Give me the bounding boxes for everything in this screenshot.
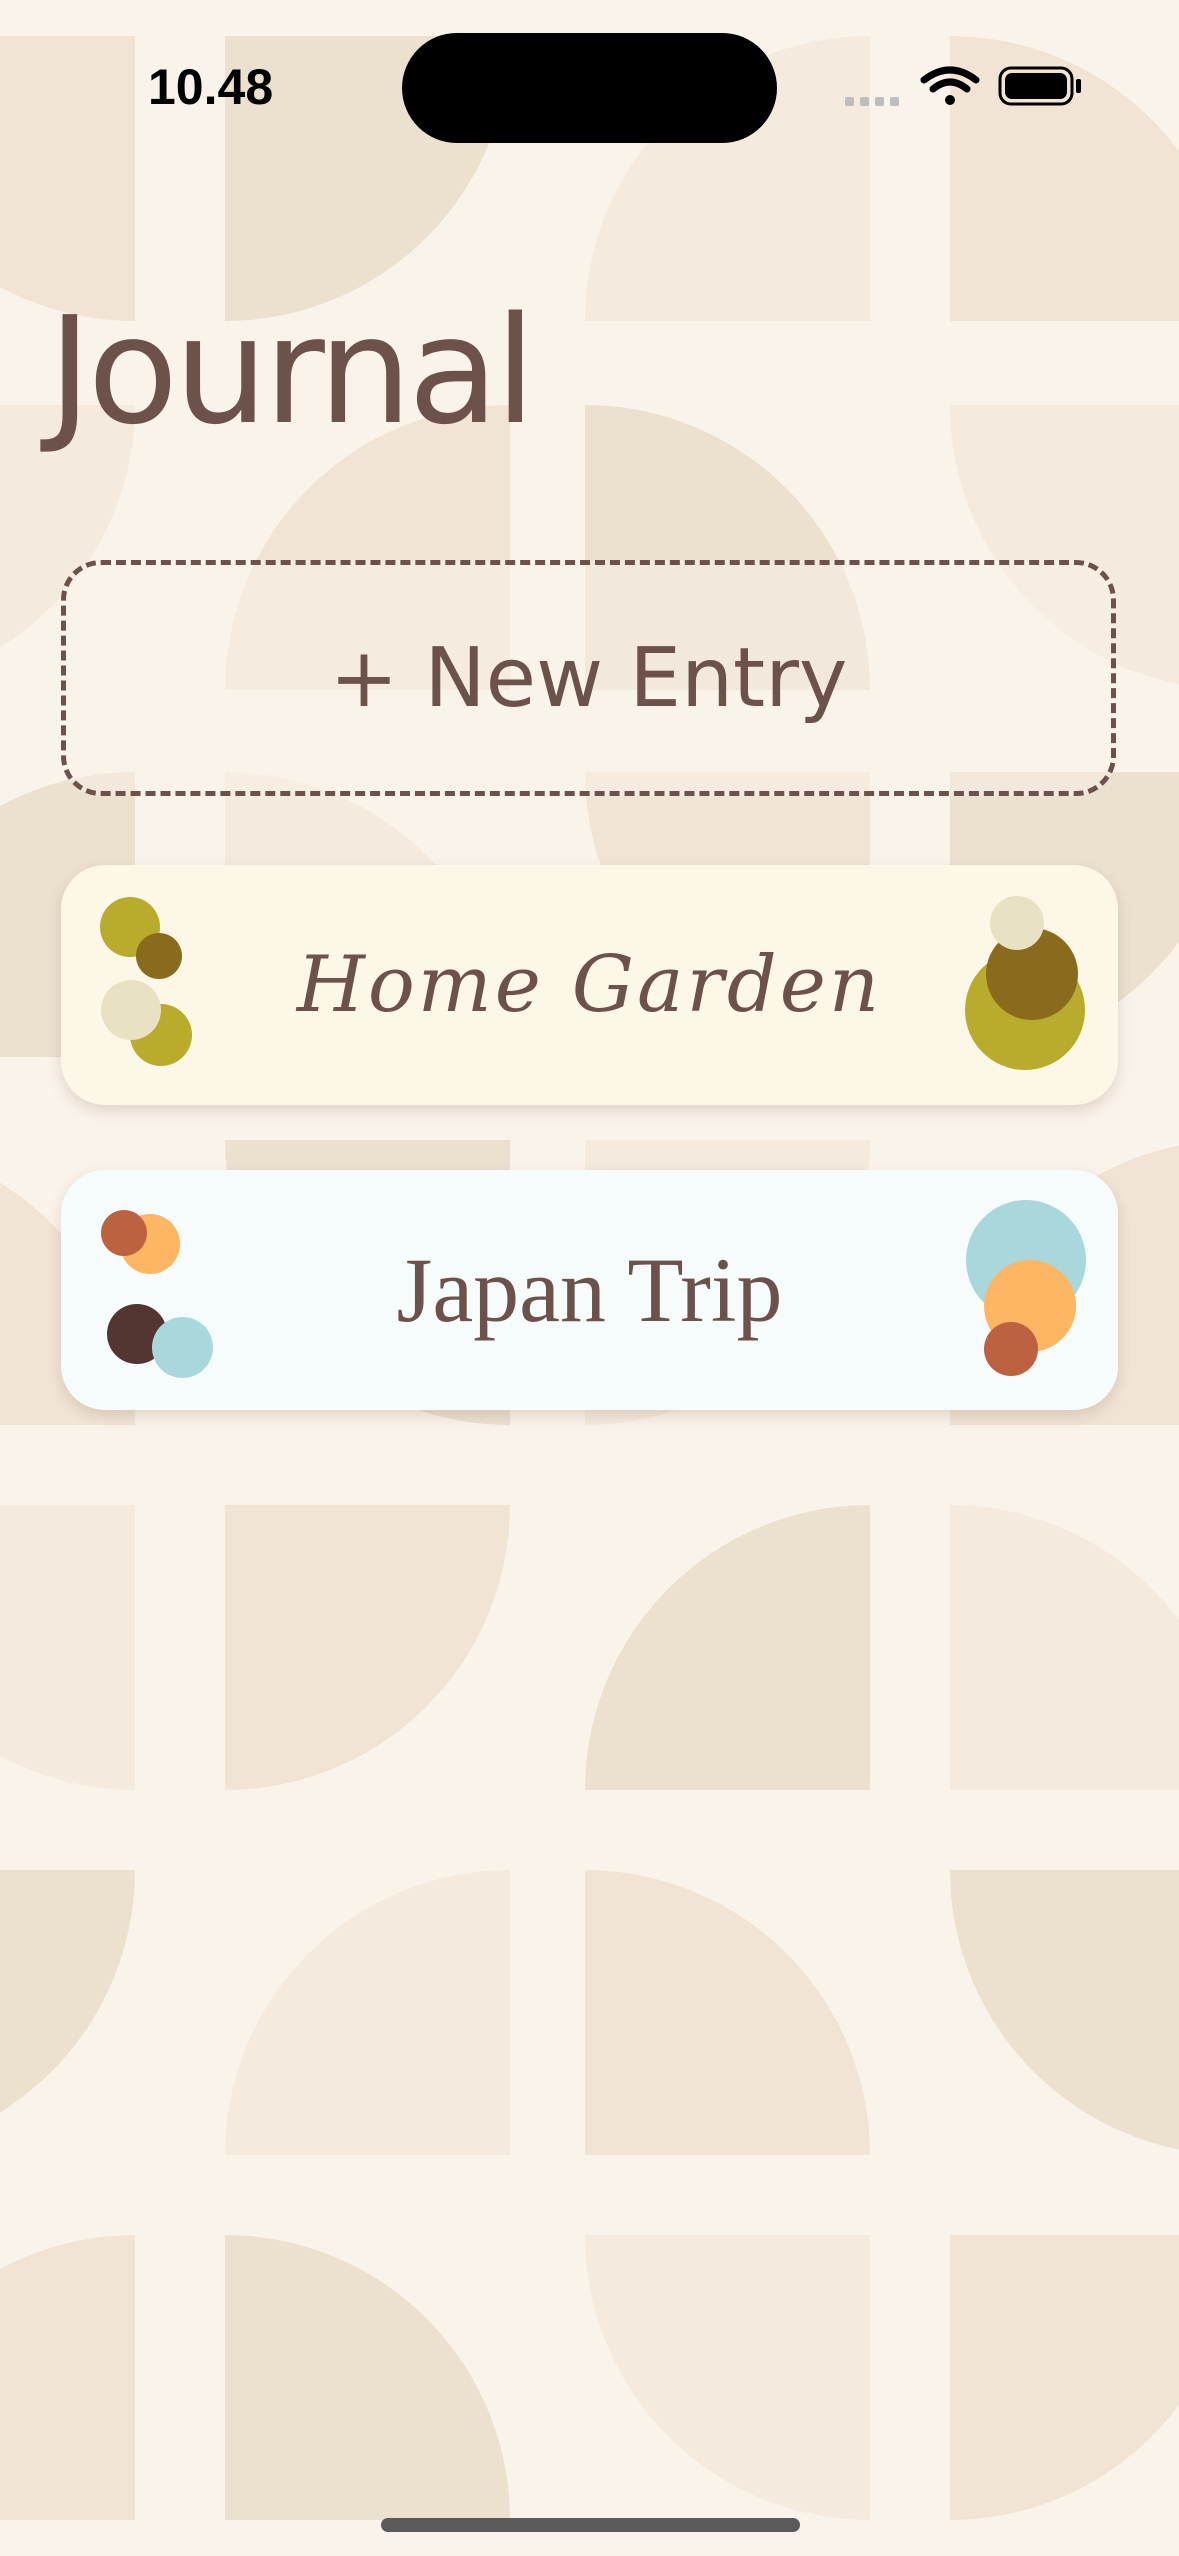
page-title: Journal [48,285,536,457]
status-icons [845,66,1081,106]
pattern-tile [0,2235,135,2520]
wifi-icon [920,66,980,105]
dynamic-island [402,33,777,143]
signal-dots-icon [845,97,899,106]
pattern-tile [950,1870,1179,2150]
pattern-tile [585,2235,870,2520]
pattern-tile [0,1870,135,2113]
pattern-tile [585,1870,870,2155]
pattern-tile [0,1505,135,1790]
home-indicator[interactable] [381,2518,800,2532]
entry-title: Home Garden [296,940,883,1030]
pattern-tile [225,1870,510,2155]
pattern-tile [950,2235,1179,2520]
status-bar: 10.48 [0,0,1179,170]
pattern-tile [225,2235,510,2520]
pattern-tile [585,1505,870,1790]
new-entry-label: + New Entry [329,630,848,726]
entry-card-japan-trip[interactable]: Japan Trip [61,1170,1118,1410]
status-time: 10.48 [148,59,274,115]
battery-icon [998,66,1081,106]
new-entry-button[interactable]: + New Entry [61,560,1116,796]
entry-card-home-garden[interactable]: Home Garden [61,865,1118,1105]
pattern-tile [225,1505,510,1790]
entry-title: Japan Trip [396,1239,783,1341]
pattern-tile [950,1505,1179,1790]
